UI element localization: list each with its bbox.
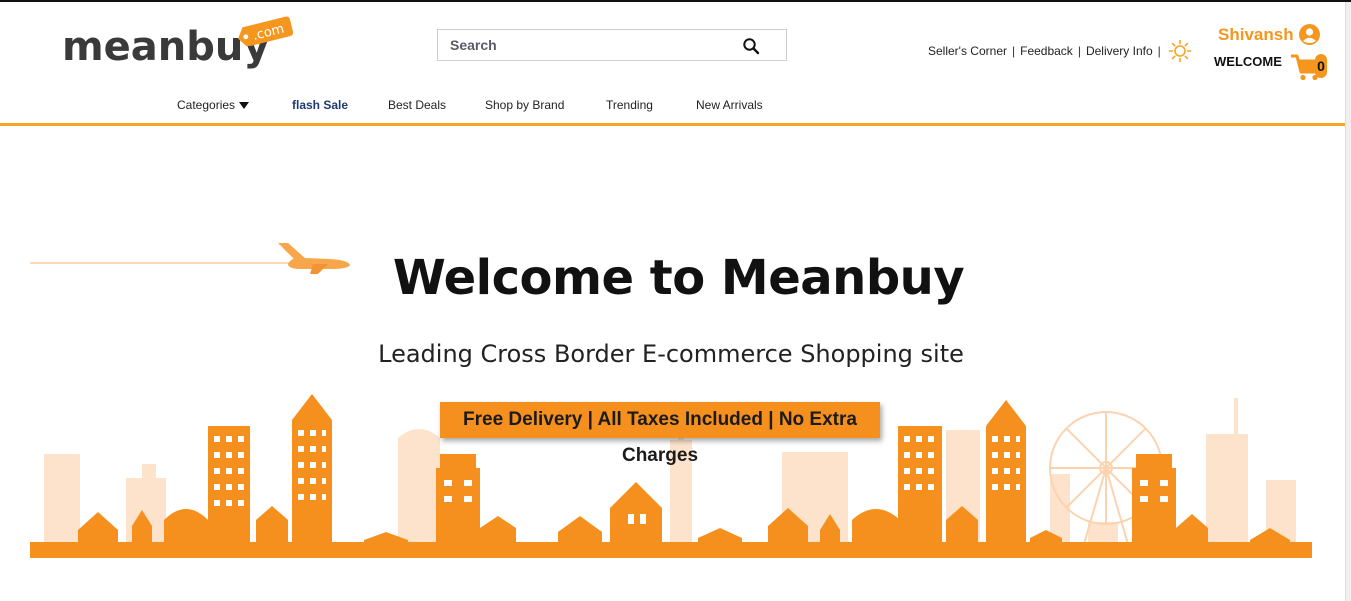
nav-categories[interactable]: Categories	[177, 98, 250, 112]
hero-banner: Welcome to Meanbuy Leading Cross Border …	[30, 210, 1312, 560]
nav-flash-sale[interactable]: flash Sale	[292, 98, 348, 112]
user-circle-icon	[1298, 24, 1320, 45]
nav-best-deals[interactable]: Best Deals	[388, 98, 446, 112]
site-header: meanbuy .com Seller's Corner | Feedback …	[0, 2, 1345, 126]
cart-count-badge: 0	[1315, 54, 1327, 78]
sellers-corner-link[interactable]: Seller's Corner	[928, 44, 1007, 58]
user-name: Shivansh	[1218, 24, 1294, 44]
free-delivery-banner: Free Delivery | All Taxes Included | No …	[440, 402, 880, 466]
delivery-info-link[interactable]: Delivery Info	[1086, 44, 1153, 58]
header-divider	[0, 123, 1345, 126]
link-separator: |	[1157, 44, 1161, 58]
hero-title: Welcome to Meanbuy	[392, 250, 965, 306]
meanbuy-logo[interactable]: meanbuy .com	[62, 16, 302, 76]
hero-subtitle: Leading Cross Border E-commerce Shopping…	[378, 340, 964, 368]
link-separator: |	[1077, 44, 1081, 58]
welcome-label: WELCOME	[1214, 54, 1282, 69]
user-account-menu[interactable]: Shivansh	[1218, 24, 1320, 45]
nav-categories-label: Categories	[177, 98, 236, 112]
nav-trending[interactable]: Trending	[606, 98, 653, 112]
sun-icon[interactable]	[1168, 39, 1192, 63]
link-separator: |	[1011, 44, 1016, 58]
feedback-link[interactable]: Feedback	[1020, 44, 1073, 58]
logo-com-tag: .com	[238, 16, 294, 46]
vertical-scrollbar[interactable]	[1345, 2, 1351, 601]
caret-down-icon	[239, 102, 250, 110]
top-links: Seller's Corner | Feedback | Delivery In…	[928, 39, 1192, 63]
nav-new-arrivals[interactable]: New Arrivals	[696, 98, 763, 112]
search-input[interactable]	[438, 30, 728, 60]
nav-shop-by-brand[interactable]: Shop by Brand	[485, 98, 564, 112]
search-bar	[437, 29, 787, 61]
search-icon[interactable]	[742, 37, 760, 55]
main-nav: Categories flash Sale Best Deals Shop by…	[0, 94, 1345, 116]
